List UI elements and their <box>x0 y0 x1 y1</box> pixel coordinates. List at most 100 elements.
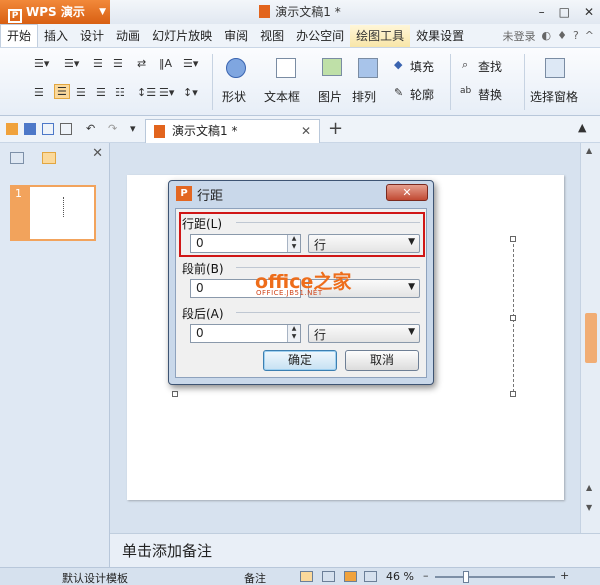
picture-icon[interactable] <box>322 58 342 76</box>
distribute-icon[interactable]: ☷ <box>115 86 125 99</box>
tab-review[interactable]: 审阅 <box>218 25 254 47</box>
help-icon[interactable]: ? <box>573 29 579 42</box>
vertical-align-icon[interactable]: ↕▾ <box>183 86 198 99</box>
minimize-button[interactable]: – <box>539 5 545 19</box>
wps-logo-icon: P <box>176 186 192 201</box>
line-spacing-unit-select[interactable]: 行 ▼ <box>308 234 420 253</box>
outline-view-icon[interactable] <box>10 152 24 164</box>
selection-pane-button[interactable]: 选择窗格 <box>530 88 578 105</box>
tab-slideshow[interactable]: 幻灯片放映 <box>146 25 218 47</box>
notes-toggle[interactable]: 备注 <box>244 570 266 585</box>
zoom-level[interactable]: 46 % <box>386 570 414 583</box>
next-slide-icon[interactable]: ▼ <box>586 503 592 512</box>
spinner-arrows-icon[interactable]: ▲ ▼ <box>287 235 300 252</box>
textbox-button[interactable]: 文本框 <box>264 88 300 105</box>
selection-pane-icon[interactable] <box>545 58 565 78</box>
reading-view-icon[interactable] <box>344 571 357 582</box>
outline-icon[interactable]: ✎ <box>394 86 403 99</box>
redo-icon[interactable]: ↷ <box>108 122 117 135</box>
columns-icon[interactable]: ‖A <box>159 57 172 70</box>
ok-button[interactable]: 确定 <box>263 350 337 371</box>
justify-icon[interactable]: ☰ <box>96 86 106 99</box>
space-after-input[interactable]: 0 ▲ ▼ <box>190 324 301 343</box>
scroll-thumb[interactable] <box>585 313 597 363</box>
vertical-scrollbar[interactable]: ▲ ▲ ▼ <box>580 143 600 533</box>
paragraph-spacing-icon[interactable]: ☰▾ <box>159 86 174 99</box>
picture-button[interactable]: 图片 <box>318 88 342 105</box>
align-center-icon[interactable]: ☰ <box>54 84 70 99</box>
tab-start[interactable]: 开始 <box>0 24 39 47</box>
tab-drawing-tools[interactable]: 绘图工具 <box>350 24 411 47</box>
document-icon <box>154 125 165 138</box>
find-button[interactable]: 查找 <box>478 58 502 75</box>
fill-button[interactable]: 填充 <box>410 58 434 75</box>
zoom-slider-thumb[interactable] <box>463 571 469 583</box>
slides-view-icon[interactable] <box>42 152 56 164</box>
shape-button[interactable]: 形状 <box>222 88 246 105</box>
arrange-icon[interactable] <box>358 58 378 78</box>
shape-icon[interactable] <box>226 58 246 78</box>
slide-thumbnail[interactable] <box>28 185 96 241</box>
resize-handle[interactable] <box>510 236 516 242</box>
spinner-arrows-icon[interactable]: ▲ ▼ <box>287 325 300 342</box>
undo-icon[interactable]: ↶ <box>86 122 95 135</box>
close-window-button[interactable]: ✕ <box>584 5 594 19</box>
cancel-button[interactable]: 取消 <box>345 350 419 371</box>
shirt-icon[interactable]: ♦ <box>557 29 567 42</box>
prev-slide-icon[interactable]: ▲ <box>586 483 592 492</box>
align-right-icon[interactable]: ☰ <box>76 86 86 99</box>
notes-pane[interactable]: 单击添加备注 <box>110 533 600 567</box>
slide-sorter-icon[interactable] <box>322 571 335 582</box>
scroll-up-icon[interactable]: ▲ <box>586 146 592 155</box>
space-after-label: 段后(A) <box>182 307 224 321</box>
find-icon[interactable]: ⌕ <box>462 58 468 72</box>
space-after-unit-select[interactable]: 行 ▼ <box>308 324 420 343</box>
print-icon[interactable] <box>42 123 54 135</box>
open-icon[interactable] <box>6 123 18 135</box>
replace-button[interactable]: 替换 <box>478 86 502 103</box>
document-tab[interactable]: 演示文稿1 * ✕ <box>145 119 320 143</box>
increase-indent-icon[interactable]: ☰ <box>113 57 123 70</box>
design-template-label[interactable]: 默认设计模板 <box>62 570 128 585</box>
resize-handle[interactable] <box>172 391 178 397</box>
textbox-icon[interactable] <box>276 58 296 78</box>
text-direction-icon[interactable]: ⇄ <box>137 57 146 70</box>
close-panel-icon[interactable]: ✕ <box>92 146 103 161</box>
maximize-button[interactable]: □ <box>559 5 570 19</box>
dialog-close-button[interactable]: ✕ <box>386 184 428 201</box>
preview-icon[interactable] <box>60 123 72 135</box>
resize-handle[interactable] <box>510 391 516 397</box>
slideshow-icon[interactable] <box>364 571 377 582</box>
arrange-button[interactable]: 排列 <box>352 88 376 105</box>
chevron-down-icon[interactable]: ▾ <box>130 122 136 135</box>
tab-list-icon[interactable]: ▲ <box>578 121 586 134</box>
zoom-slider[interactable] <box>435 576 555 578</box>
tab-view[interactable]: 视图 <box>254 25 290 47</box>
line-spacing-input[interactable]: 0 ▲ ▼ <box>190 234 301 253</box>
collapse-ribbon-icon[interactable]: ^ <box>585 29 594 42</box>
resize-handle[interactable] <box>510 315 516 321</box>
decrease-indent-icon[interactable]: ☰ <box>93 57 103 70</box>
new-tab-button[interactable]: + <box>328 119 343 139</box>
dialog-title-bar[interactable]: P 行距 ✕ <box>169 181 433 205</box>
tab-insert[interactable]: 插入 <box>38 25 74 47</box>
tab-animation[interactable]: 动画 <box>110 25 146 47</box>
outline-button[interactable]: 轮廓 <box>410 86 434 103</box>
zoom-in-icon[interactable]: + <box>560 569 569 582</box>
normal-view-icon[interactable] <box>300 571 313 582</box>
login-status[interactable]: 未登录 <box>502 28 535 44</box>
number-list-icon[interactable]: ☰▾ <box>64 57 79 70</box>
skin-icon[interactable]: ◐ <box>541 29 551 42</box>
save-icon[interactable] <box>24 123 36 135</box>
bullet-list-icon[interactable]: ☰▾ <box>34 57 49 70</box>
zoom-out-icon[interactable]: – <box>423 569 429 582</box>
text-layout-icon[interactable]: ☰▾ <box>183 57 198 70</box>
align-left-icon[interactable]: ☰ <box>34 86 44 99</box>
line-spacing-icon[interactable]: ↕☰ <box>137 86 156 99</box>
tab-effects[interactable]: 效果设置 <box>410 25 470 47</box>
replace-icon[interactable]: ab <box>460 86 471 96</box>
tab-office-space[interactable]: 办公空间 <box>290 25 350 47</box>
fill-icon[interactable]: ◆ <box>394 58 402 71</box>
tab-design[interactable]: 设计 <box>74 25 110 47</box>
close-tab-icon[interactable]: ✕ <box>301 120 311 142</box>
